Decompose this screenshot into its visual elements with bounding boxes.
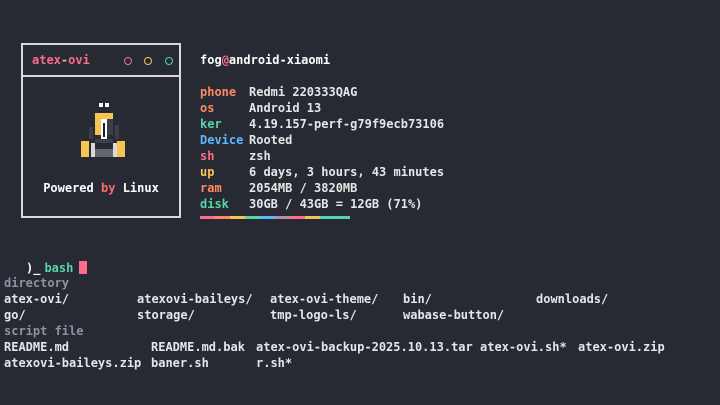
color-swatch bbox=[290, 216, 305, 219]
file-item[interactable]: atex-ovi.sh* bbox=[480, 340, 567, 354]
info-value: 4.19.157-perf-g79f9ecb73106 bbox=[249, 117, 445, 131]
info-key: ker bbox=[200, 117, 222, 131]
maximize-dot-icon bbox=[165, 57, 173, 65]
host-at: @ bbox=[221, 53, 229, 67]
info-row-sh: sh zsh bbox=[200, 149, 271, 163]
directory-item[interactable]: tmp-logo-ls/ bbox=[270, 308, 357, 322]
info-key: ram bbox=[200, 181, 222, 195]
file-item[interactable]: atex-ovi.zip bbox=[578, 340, 665, 354]
logo-box-header: atex-ovi bbox=[23, 45, 179, 77]
color-swatch bbox=[320, 216, 335, 219]
info-key: phone bbox=[200, 85, 237, 99]
info-value: 30GB / 43GB = 12GB (71%) bbox=[249, 197, 423, 211]
brand-label: atex-ovi bbox=[32, 53, 90, 67]
directory-item[interactable]: bin/ bbox=[403, 292, 432, 306]
info-value: Rooted bbox=[249, 133, 293, 147]
logo-box: atex-ovi Powered by Linux bbox=[21, 43, 181, 218]
powered-prefix: Powered bbox=[43, 181, 94, 195]
host-machine: android-xiaomi bbox=[228, 53, 331, 67]
directory-item[interactable]: storage/ bbox=[137, 308, 195, 322]
directory-item[interactable]: go/ bbox=[4, 308, 26, 322]
close-dot-icon bbox=[124, 57, 132, 65]
info-key: os bbox=[200, 101, 215, 115]
color-swatch bbox=[275, 216, 290, 219]
info-row-ram: ram 2054MB / 3820MB bbox=[200, 181, 357, 195]
color-swatch bbox=[215, 216, 230, 219]
info-row-phone: phone Redmi 220333QAG bbox=[200, 85, 357, 99]
file-item[interactable]: r.sh* bbox=[256, 356, 292, 370]
color-swatch bbox=[245, 216, 260, 219]
info-row-up: up 6 days, 3 hours, 43 minutes bbox=[200, 165, 444, 179]
directory-item[interactable]: atex-ovi-theme/ bbox=[270, 292, 378, 306]
info-key: up bbox=[200, 165, 215, 179]
info-key: disk bbox=[200, 197, 229, 211]
host-user: fog bbox=[200, 53, 222, 67]
minimize-dot-icon bbox=[144, 57, 152, 65]
file-item[interactable]: atexovi-baileys.zip bbox=[4, 356, 141, 370]
color-swatch bbox=[230, 216, 245, 219]
prompt-shell: bash bbox=[44, 261, 74, 275]
color-swatch bbox=[200, 216, 215, 219]
color-swatch bbox=[335, 216, 350, 219]
color-swatch bbox=[305, 216, 320, 219]
info-value: 6 days, 3 hours, 43 minutes bbox=[249, 165, 445, 179]
text-cursor bbox=[79, 261, 88, 274]
info-value: 2054MB / 3820MB bbox=[249, 181, 358, 195]
brand-part2: ovi bbox=[68, 53, 90, 67]
directory-item[interactable]: atex-ovi/ bbox=[4, 292, 69, 306]
directory-section-label: directory bbox=[4, 276, 70, 290]
directory-item[interactable]: wabase-button/ bbox=[403, 308, 504, 322]
prompt-symbol: )_ bbox=[26, 261, 41, 275]
info-row-disk: disk 30GB / 43GB = 12GB (71%) bbox=[200, 197, 422, 211]
host-line: fog@android-xiaomi bbox=[200, 53, 330, 67]
powered-suffix: Linux bbox=[122, 181, 159, 195]
info-row-ker: ker 4.19.157-perf-g79f9ecb73106 bbox=[200, 117, 444, 131]
tux-penguin-icon bbox=[81, 103, 125, 157]
file-item[interactable]: README.md.bak bbox=[151, 340, 245, 354]
info-row-os: os Android 13 bbox=[200, 101, 321, 115]
file-item[interactable]: README.md bbox=[4, 340, 69, 354]
info-row-device: Device Rooted bbox=[200, 133, 292, 147]
file-item[interactable]: atex-ovi-backup-2025.10.13.tar bbox=[256, 340, 473, 354]
directory-item[interactable]: atexovi-baileys/ bbox=[137, 292, 253, 306]
powered-by: by bbox=[101, 181, 116, 195]
info-key: Device bbox=[200, 133, 244, 147]
info-key: sh bbox=[200, 149, 215, 163]
directory-item[interactable]: downloads/ bbox=[536, 292, 608, 306]
file-item[interactable]: baner.sh bbox=[151, 356, 209, 370]
script-file-section-label: script file bbox=[4, 324, 84, 338]
info-value: Redmi 220333QAG bbox=[249, 85, 358, 99]
info-value: Android 13 bbox=[249, 101, 322, 115]
powered-by-label: Powered by Linux bbox=[23, 181, 179, 195]
brand-part1: atex bbox=[32, 53, 61, 67]
shell-prompt[interactable]: )_ bash bbox=[26, 261, 88, 275]
info-value: zsh bbox=[249, 149, 271, 163]
color-swatch bbox=[260, 216, 275, 219]
